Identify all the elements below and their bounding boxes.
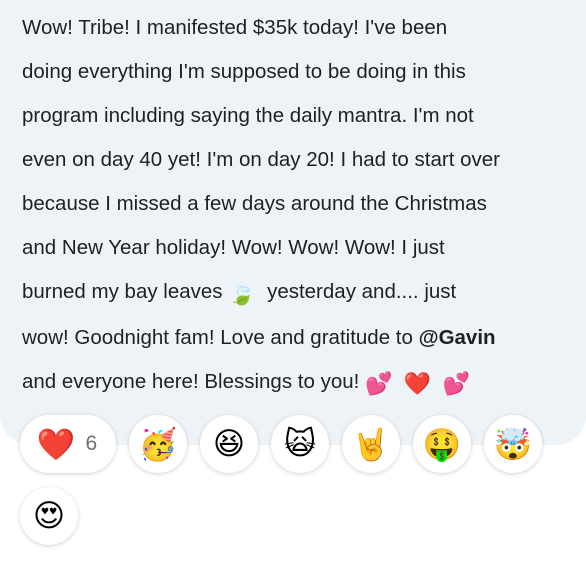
message-line: even on day 40 yet! I'm on day 20! I had…	[22, 148, 500, 171]
message-text: and everyone here! Blessings to you!	[22, 370, 366, 393]
heart-eyes-face-icon: 😍	[32, 498, 66, 533]
reaction-exploding-head-button[interactable]: 🤯	[484, 415, 542, 473]
message-line: and everyone here! Blessings to you! 💕 ❤…	[22, 360, 570, 406]
leaf-icon: 🍃	[228, 281, 256, 306]
reaction-rock-on-button[interactable]: 🤘	[342, 415, 400, 473]
reaction-laughing-button[interactable]: 😆	[200, 415, 258, 473]
reaction-heart-button[interactable]: ❤️ 6	[20, 415, 116, 473]
message-line: and New Year holiday! Wow! Wow! Wow! I j…	[22, 236, 445, 259]
message-text: yesterday and.... just	[255, 280, 457, 303]
laughing-face-icon: 😆	[212, 426, 246, 461]
message-text: burned my bay leaves	[22, 280, 229, 303]
screaming-cat-icon: 🙀	[283, 426, 317, 461]
exploding-head-icon: 🤯	[493, 426, 533, 462]
two-hearts-icon: 💕	[442, 371, 471, 396]
reaction-money-mouth-button[interactable]: 🤑	[413, 415, 471, 473]
message-line: Wow! Tribe! I manifested $35k today! I'v…	[22, 16, 448, 39]
message-line: burned my bay leaves 🍃 yesterday and....…	[22, 270, 570, 316]
reaction-count: 6	[85, 432, 98, 455]
money-mouth-face-icon: 🤑	[422, 426, 462, 462]
message-line: program including saying the daily mantr…	[22, 104, 474, 127]
message-body: Wow! Tribe! I manifested $35k today! I'v…	[22, 6, 570, 406]
reaction-heart-eyes-button[interactable]: 😍	[20, 487, 78, 545]
heart-icon: ❤️	[36, 426, 76, 462]
message-text: wow! Goodnight fam! Love and gratitude t…	[22, 326, 419, 349]
party-face-icon: 🥳	[138, 426, 178, 462]
reaction-bar: ❤️ 6 🥳 😆 🙀 🤘 🤑 🤯 😍	[20, 415, 580, 545]
reaction-party-button[interactable]: 🥳	[129, 415, 187, 473]
message-line: doing everything I'm supposed to be doin…	[22, 60, 466, 83]
reaction-screaming-cat-button[interactable]: 🙀	[271, 415, 329, 473]
user-mention[interactable]: @Gavin	[419, 326, 496, 349]
rock-on-hand-icon: 🤘	[351, 426, 391, 462]
message-line: wow! Goodnight fam! Love and gratitude t…	[22, 316, 570, 360]
message-line: because I missed a few days around the C…	[22, 192, 487, 215]
red-heart-icon: ❤️	[403, 371, 432, 396]
two-hearts-icon: 💕	[365, 371, 393, 396]
